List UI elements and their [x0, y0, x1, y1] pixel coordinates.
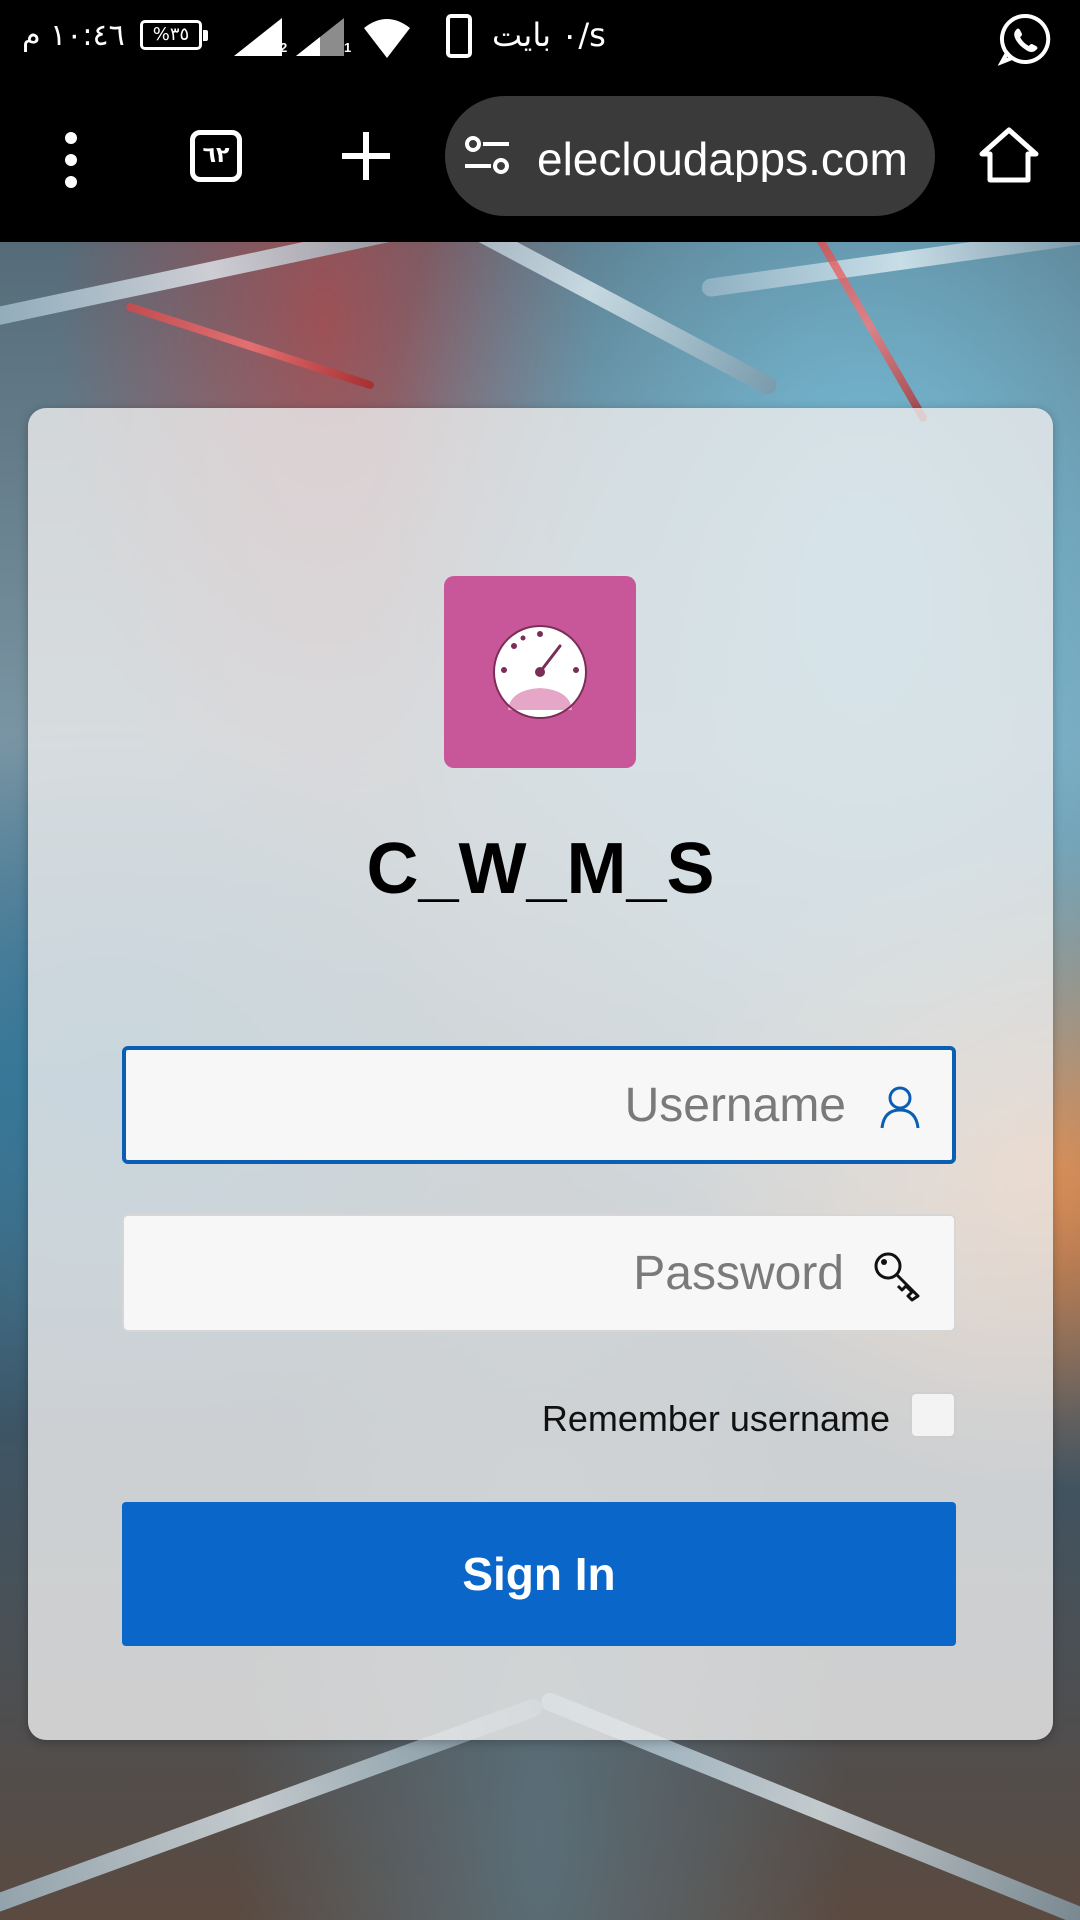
app-title: C_W_M_S: [366, 829, 715, 909]
password-input[interactable]: [144, 1216, 844, 1330]
network-speed: ٠ بايت/s: [492, 16, 606, 54]
phone-icon: [446, 14, 472, 58]
remember-username-checkbox[interactable]: [910, 1392, 956, 1438]
home-icon[interactable]: [978, 126, 1040, 184]
url-text[interactable]: elecloudapps.com: [537, 132, 917, 182]
new-tab-icon[interactable]: [340, 130, 392, 182]
tab-switcher-button[interactable]: ٦٢: [190, 130, 242, 182]
password-field[interactable]: [122, 1214, 956, 1332]
whatsapp-icon: [998, 13, 1051, 66]
username-field[interactable]: [122, 1046, 956, 1164]
page-background: C_W_M_S Remember username Sign In: [0, 242, 1080, 1920]
app-logo: [444, 576, 636, 768]
sim-2-label: 2: [280, 40, 288, 55]
background-beam: [700, 242, 1080, 298]
background-beam: [0, 242, 457, 332]
remember-username-row: Remember username: [122, 1392, 956, 1442]
dashboard-gauge-icon: [493, 625, 587, 719]
site-settings-icon[interactable]: [463, 134, 513, 178]
background-beam: [125, 302, 375, 390]
more-menu-icon[interactable]: [58, 132, 84, 188]
username-input[interactable]: [146, 1050, 846, 1160]
sim-1-label: 1: [344, 40, 352, 55]
background-beam: [400, 242, 780, 398]
key-icon: [874, 1252, 920, 1302]
user-icon: [880, 1086, 920, 1129]
remember-username-label[interactable]: Remember username: [542, 1398, 890, 1440]
browser-toolbar: ٦٢ elecloudapps.com: [0, 76, 1080, 242]
address-bar[interactable]: elecloudapps.com: [445, 96, 935, 216]
status-bar: ١٠:٤٦ م %٣٥ 2 1 ٠ بايت/s: [0, 0, 1080, 76]
login-card: C_W_M_S Remember username Sign In: [28, 408, 1053, 1740]
status-time: ١٠:٤٦ م: [22, 18, 125, 53]
wifi-icon: [364, 19, 410, 58]
sign-in-button[interactable]: Sign In: [122, 1502, 956, 1646]
battery-icon: %٣٥: [140, 20, 208, 50]
